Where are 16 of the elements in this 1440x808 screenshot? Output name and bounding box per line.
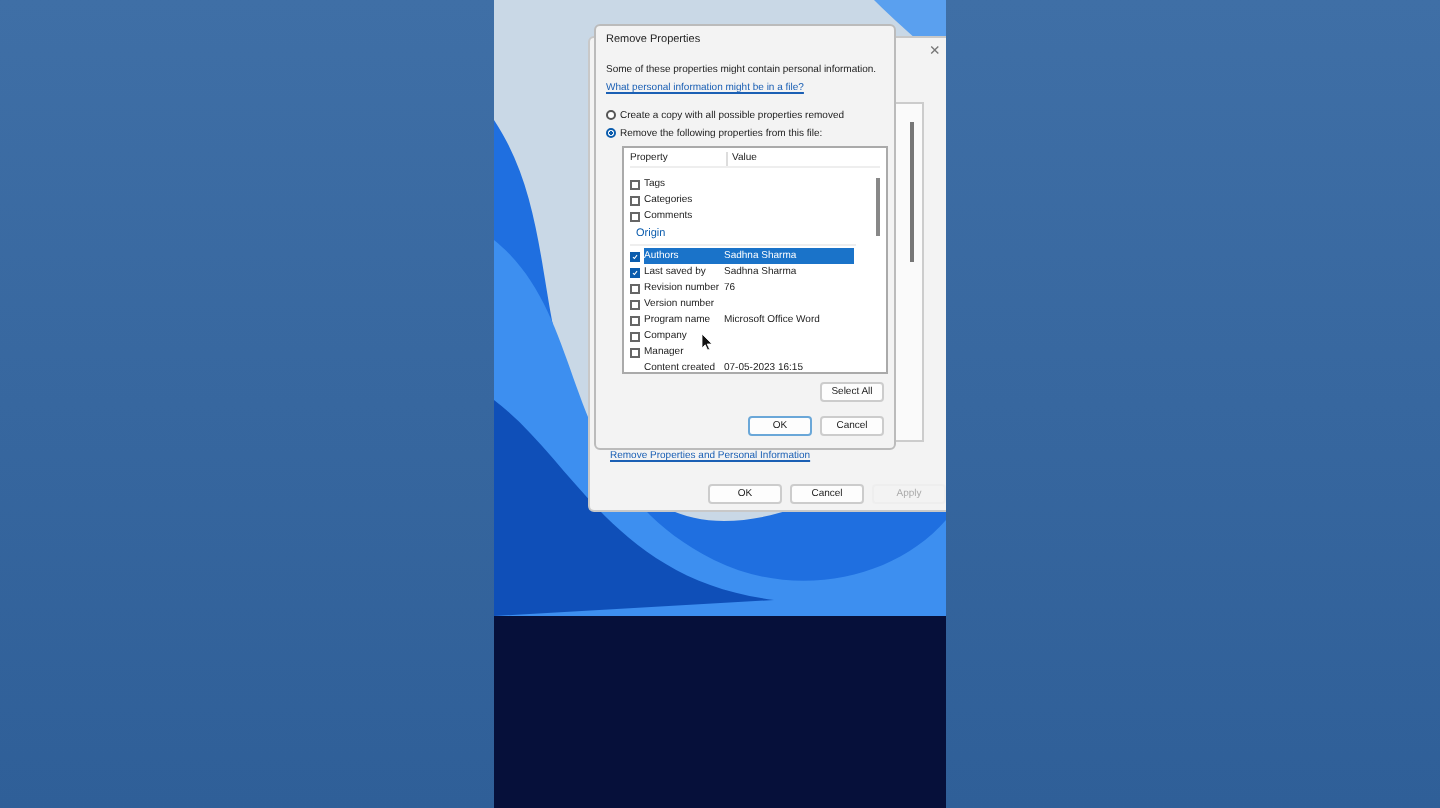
checkbox[interactable]: [630, 283, 640, 293]
scrollbar-thumb[interactable]: [910, 122, 914, 262]
checkbox[interactable]: [630, 299, 640, 309]
checkbox[interactable]: [630, 267, 640, 277]
radio-button[interactable]: [606, 128, 616, 138]
checkbox[interactable]: [630, 251, 640, 261]
checkbox[interactable]: [630, 179, 640, 189]
checkbox[interactable]: [630, 347, 640, 357]
radio-button[interactable]: [606, 110, 616, 120]
scrollbar-thumb[interactable]: [876, 178, 880, 236]
checkbox[interactable]: [630, 331, 640, 341]
checkbox[interactable]: [630, 211, 640, 221]
checkbox[interactable]: [630, 315, 640, 325]
checkbox[interactable]: [630, 195, 640, 205]
mouse-cursor-icon: [702, 334, 712, 350]
close-icon[interactable]: ×: [929, 40, 940, 60]
